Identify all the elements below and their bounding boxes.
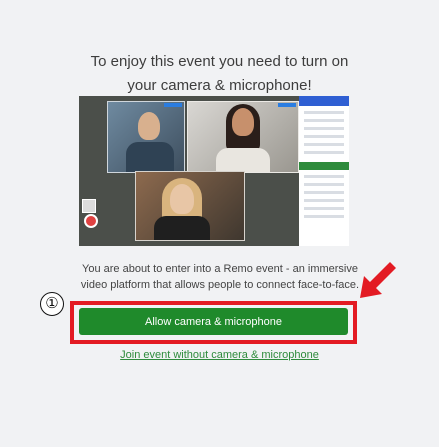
heading-line-1: To enjoy this event you need to turn on [90, 53, 349, 70]
avatar [84, 214, 98, 228]
allow-camera-microphone-button[interactable]: Allow camera & microphone [79, 308, 348, 335]
join-without-camera-link[interactable]: Join event without camera & microphone [0, 349, 439, 361]
pointer-arrow-icon [360, 262, 396, 298]
video-tile [107, 101, 185, 173]
avatar [82, 199, 96, 213]
heading-line-2: your camera & microphone! [127, 77, 312, 94]
step-number-badge: ① [40, 292, 64, 316]
video-tile [187, 101, 299, 173]
permission-heading: To enjoy this event you need to turn on … [0, 50, 439, 98]
chat-side-panel [299, 96, 349, 246]
video-tile [135, 171, 245, 241]
event-preview-image [79, 96, 349, 246]
description-line-1: You are about to enter into a Remo event… [82, 263, 358, 275]
event-description: You are about to enter into a Remo event… [60, 261, 380, 293]
description-line-2: video platform that allows people to con… [80, 279, 360, 291]
